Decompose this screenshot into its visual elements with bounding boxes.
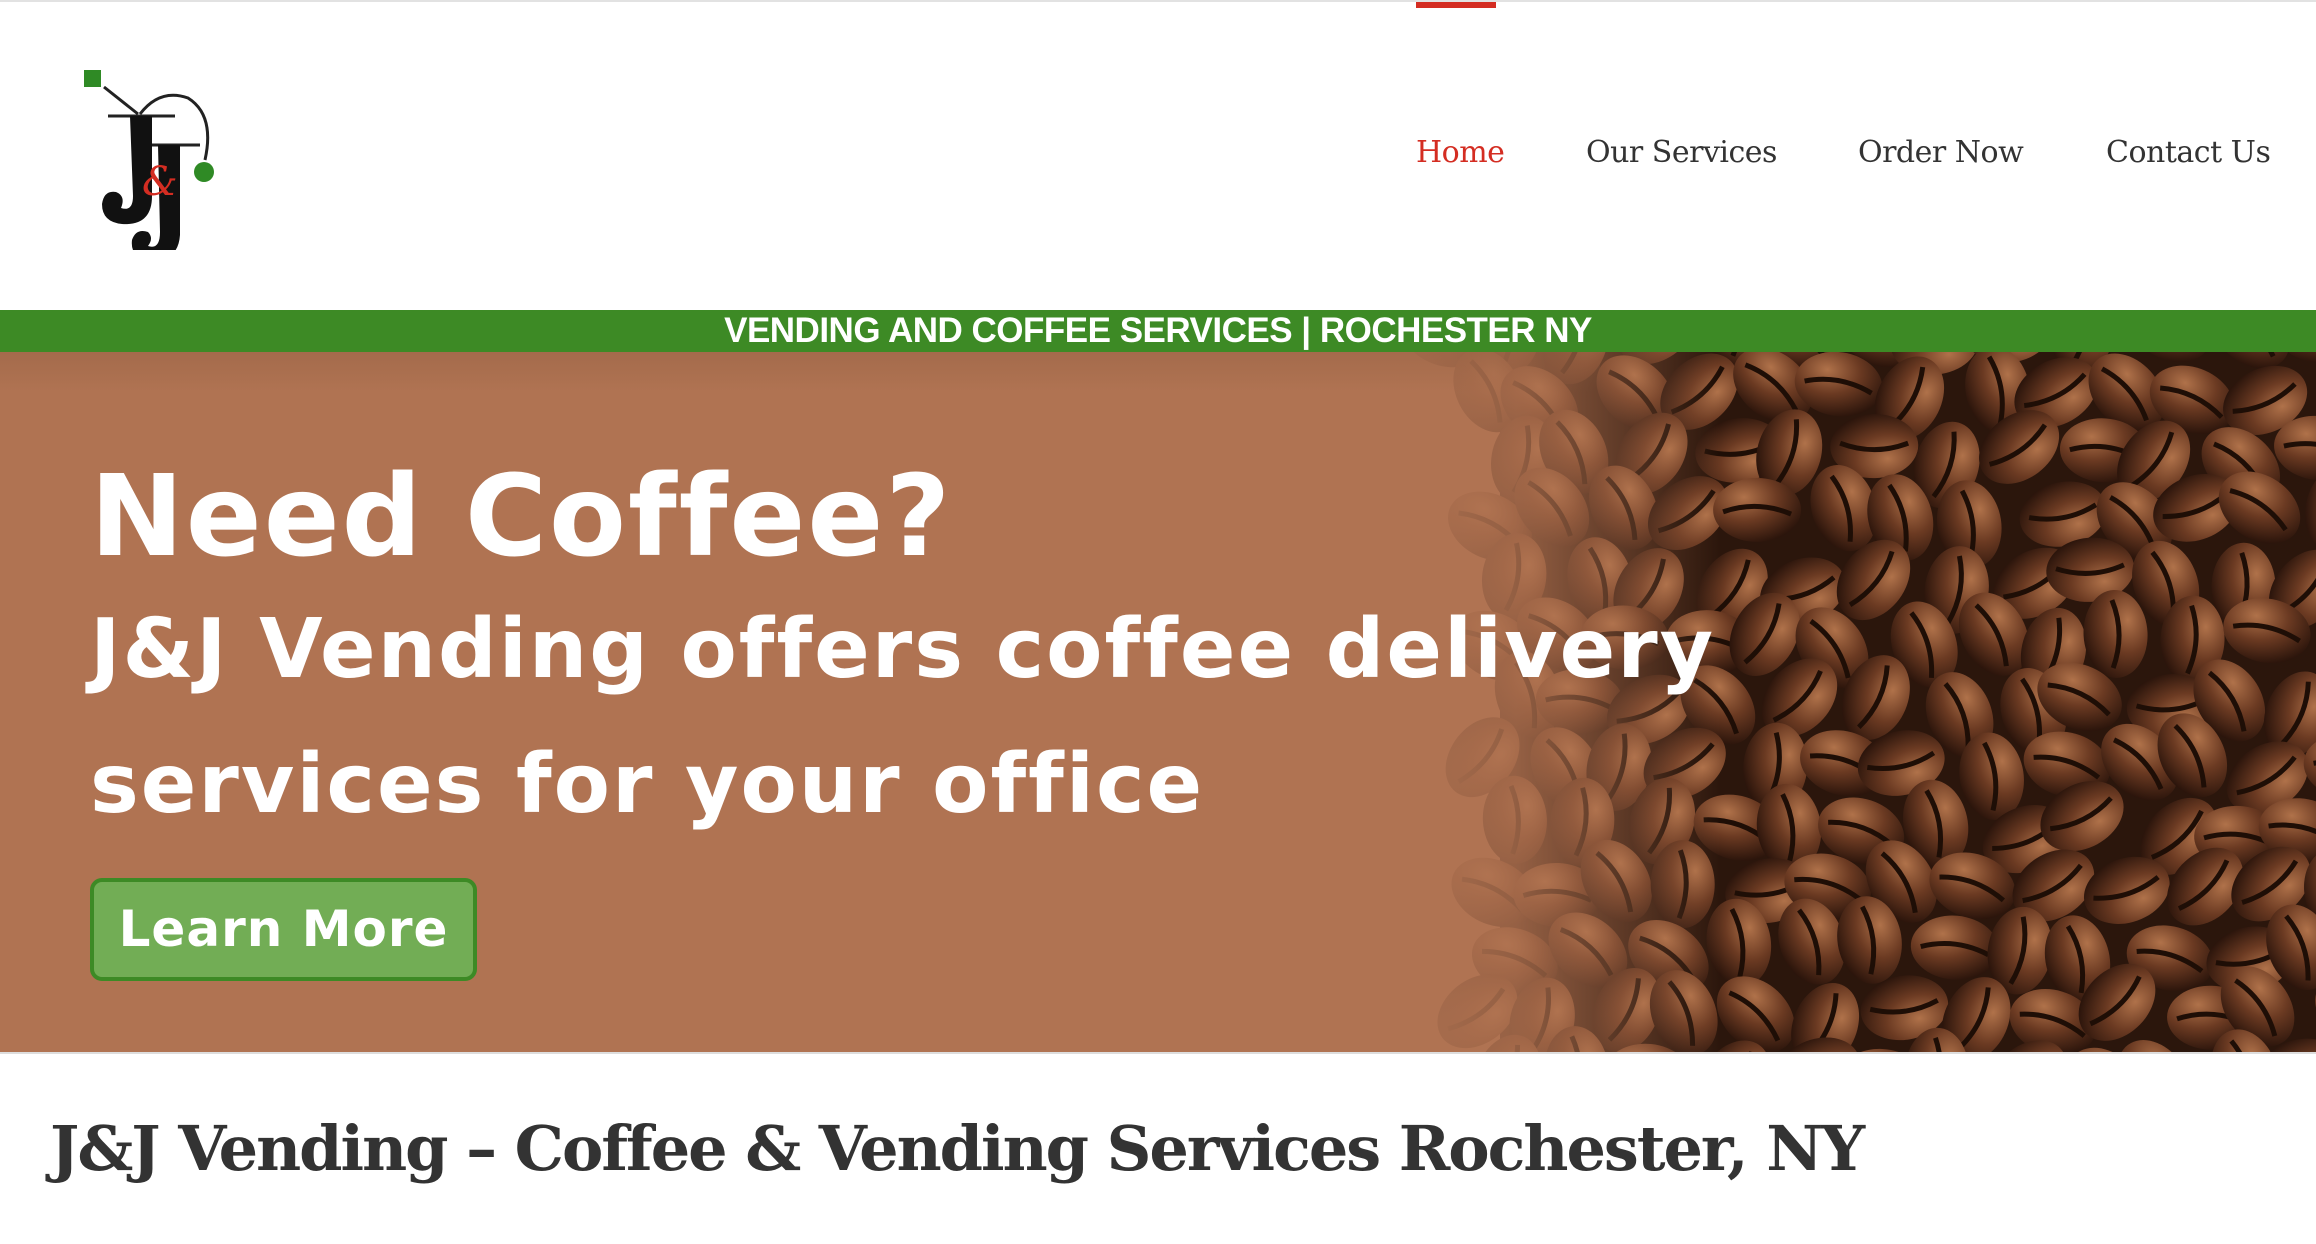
hero-heading: Need Coffee? [90,452,953,582]
nav-order-now[interactable]: Order Now [1858,135,2024,170]
nav-our-services[interactable]: Our Services [1586,135,1777,170]
page-title: J&J Vending – Coffee & Vending Services … [50,1112,1865,1185]
hero-shadow [0,352,1600,392]
hero-banner: Need Coffee? J&J Vending offers coffee d… [0,352,2316,1052]
active-indicator [1416,2,1496,8]
hero-subheading-line2: services for your office [90,737,1205,832]
hero-subheading-line1: J&J Vending offers coffee delivery [90,602,1716,697]
main-nav: Home Our Services Order Now Contact Us [0,0,2316,310]
coffee-bean [1713,477,1802,542]
learn-more-button[interactable]: Learn More [90,878,477,981]
divider [0,1052,2316,1054]
image-fade [1380,352,1720,1052]
nav-contact-us[interactable]: Contact Us [2106,135,2271,170]
tagline-banner: VENDING AND COFFEE SERVICES | ROCHESTER … [0,310,2316,352]
nav-home[interactable]: Home [1416,135,1505,170]
